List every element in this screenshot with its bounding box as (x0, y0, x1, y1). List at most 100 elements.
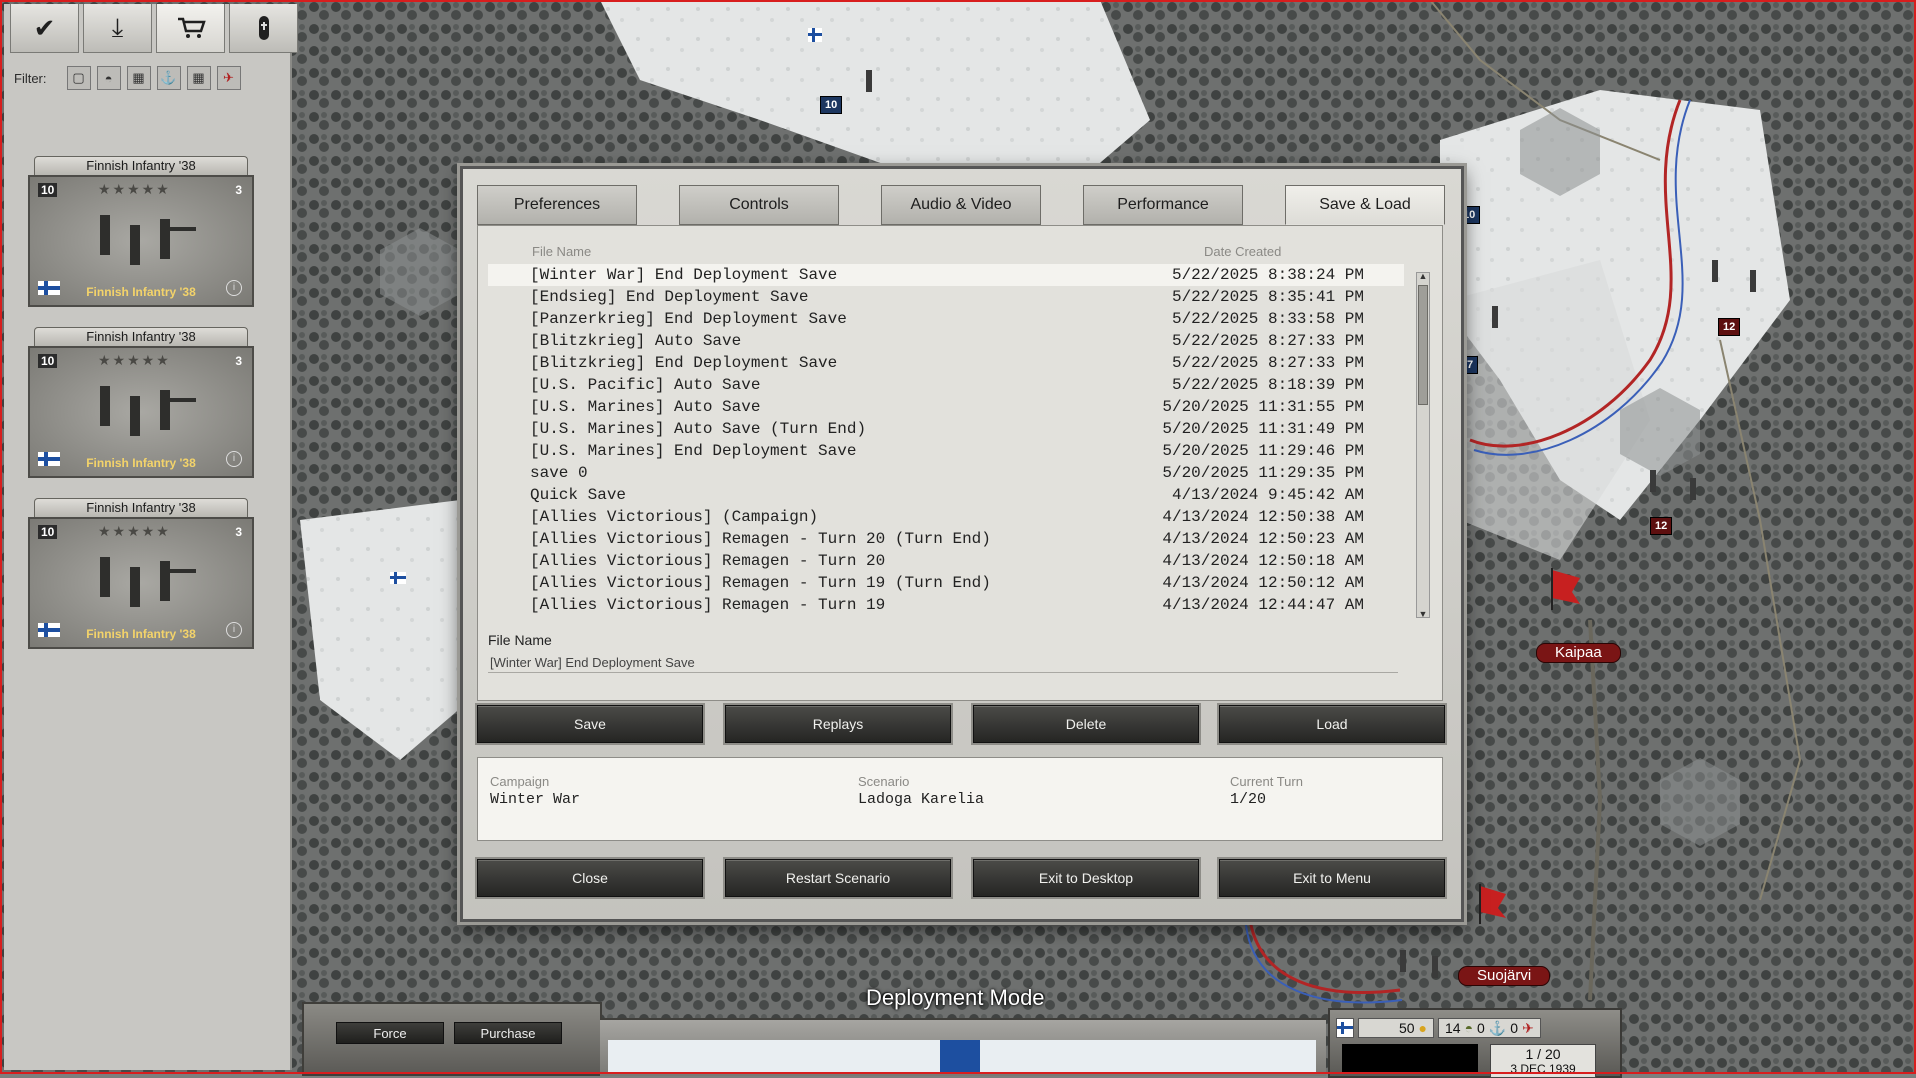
experience-stars: ★★★★★ (98, 352, 171, 368)
save-file-row[interactable]: [Endsieg] End Deployment Save 5/22/2025 8… (488, 286, 1404, 308)
all-units-icon[interactable]: ▢ (66, 66, 91, 90)
tab-save-load[interactable]: Save & Load (1285, 185, 1445, 225)
scroll-up-icon[interactable]: ▲ (1417, 271, 1429, 281)
save-file-date: 4/13/2024 9:45:42 AM (1171, 486, 1364, 504)
minimap[interactable] (1342, 1044, 1478, 1074)
infantry-slot-icon: ◓ (1464, 1020, 1474, 1036)
file-list-scrollbar[interactable]: ▲ ▼ (1416, 271, 1430, 619)
artillery-icon[interactable]: ▦ (186, 66, 211, 90)
save-file-row[interactable]: [Allies Victorious] Remagen - Turn 19 4/1… (488, 594, 1404, 616)
map-label-kaipaa[interactable]: Kaipaa (1536, 643, 1621, 663)
scroll-down-icon[interactable]: ▼ (1417, 609, 1429, 619)
infantry-icon[interactable]: ◓ (96, 66, 121, 90)
scenario-value: Ladoga Karelia (858, 791, 985, 808)
exit-to-menu-button[interactable]: Exit to Menu (1219, 859, 1445, 897)
save-file-row[interactable]: [Allies Victorious] (Campaign) 4/13/2024 … (488, 506, 1404, 528)
save-file-row[interactable]: [Blitzkrieg] End Deployment Save 5/22/202… (488, 352, 1404, 374)
save-file-row[interactable]: [Winter War] End Deployment Save 5/22/202… (488, 264, 1404, 286)
info-icon[interactable]: i (226, 451, 242, 467)
unit-strength-badge[interactable]: 12 (1650, 517, 1673, 535)
unit-strength-badge[interactable]: 12 (1718, 318, 1741, 336)
save-file-name: [Allies Victorious] Remagen - Turn 19 (T… (530, 574, 991, 592)
exit-to-desktop-button[interactable]: Exit to Desktop (973, 859, 1199, 897)
map-label-suojarvi[interactable]: Suojärvi (1458, 966, 1551, 986)
purchase-button[interactable]: Purchase (454, 1022, 562, 1044)
ammo-count: 3 (235, 183, 242, 197)
turn-counter: 1 / 20 (1525, 1046, 1561, 1062)
save-file-row[interactable]: [U.S. Pacific] Auto Save 5/22/2025 8:18:3… (488, 374, 1404, 396)
save-file-row[interactable]: save 0 5/20/2025 11:29:35 PM (488, 462, 1404, 484)
unit-card[interactable]: Finnish Infantry '38 10 ★★★★★ 3 Finnish … (28, 156, 254, 307)
save-file-row[interactable]: [Allies Victorious] Remagen - Turn 20 4/1… (488, 550, 1404, 572)
prestige-icon: ● (1418, 1020, 1427, 1036)
armor-icon[interactable]: ▦ (126, 66, 151, 90)
deployment-mode-label: Deployment Mode (866, 985, 1045, 1010)
save-file-row[interactable]: [U.S. Marines] Auto Save (Turn End) 5/20/… (488, 418, 1404, 440)
check-icon[interactable]: ✔ (10, 4, 79, 53)
save-file-row[interactable]: [Panzerkrieg] End Deployment Save 5/22/20… (488, 308, 1404, 330)
aircraft-icon[interactable]: ✈ (216, 66, 241, 90)
save-file-name: [Allies Victorious] Remagen - Turn 20 (T… (530, 530, 991, 548)
column-header-date-created[interactable]: Date Created (1204, 244, 1281, 259)
game-date: 3 DEC 1939 (1510, 1062, 1576, 1076)
save-file-row[interactable]: [Blitzkrieg] Auto Save 5/22/2025 8:27:33 … (488, 330, 1404, 352)
scroll-thumb[interactable] (1418, 285, 1428, 405)
file-name-input[interactable] (488, 652, 1398, 673)
tab-audio-video[interactable]: Audio & Video (881, 185, 1041, 225)
infantry-figures-icon (100, 215, 196, 265)
restart-scenario-button[interactable]: Restart Scenario (725, 859, 951, 897)
save-file-row[interactable]: [Allies Victorious] Remagen - Turn 20 (T… (488, 528, 1404, 550)
info-icon[interactable]: i (226, 280, 242, 296)
save-file-name: Quick Save (530, 486, 627, 504)
grave-icon[interactable] (229, 4, 298, 53)
resource-counter: 14 ◓ 0 ⚓ 0 ✈ (1438, 1018, 1541, 1038)
unit-strength-badge[interactable]: 7 (1462, 356, 1479, 374)
save-file-row[interactable]: [Allies Victorious] Remagen - Turn 19 (T… (488, 572, 1404, 594)
delete-button[interactable]: Delete (973, 705, 1199, 743)
unit-card-body: 10 ★★★★★ 3 Finnish Infantry '38 i (28, 175, 254, 307)
save-file-row[interactable]: [U.S. Marines] End Deployment Save 5/20/2… (488, 440, 1404, 462)
info-icon[interactable]: i (226, 622, 242, 638)
save-file-name: [Endsieg] End Deployment Save (530, 288, 809, 306)
save-button[interactable]: Save (477, 705, 703, 743)
tab-performance[interactable]: Performance (1083, 185, 1243, 225)
force-button[interactable]: Force (336, 1022, 444, 1044)
replays-button[interactable]: Replays (725, 705, 951, 743)
save-file-date: 4/13/2024 12:50:12 AM (1162, 574, 1364, 592)
download-icon[interactable]: ⤓ (83, 4, 152, 53)
column-header-file-name[interactable]: File Name (532, 244, 591, 259)
unit-strength-badge[interactable]: 10 (820, 96, 843, 114)
tab-controls[interactable]: Controls (679, 185, 839, 225)
aircraft-icon: ✈ (1522, 1019, 1534, 1036)
save-file-date: 5/20/2025 11:31:55 PM (1162, 398, 1364, 416)
load-button[interactable]: Load (1219, 705, 1445, 743)
scenario-label: Scenario (858, 774, 910, 789)
save-file-list: [Winter War] End Deployment Save 5/22/202… (488, 264, 1404, 616)
unit-card[interactable]: Finnish Infantry '38 10 ★★★★★ 3 Finnish … (28, 498, 254, 649)
unit-panel: ✔ ⤓ Filter: ▢ ◓ ▦ ⚓ ▦ ✈ Finnish Infantry… (4, 4, 298, 1070)
unit-card-body: 10 ★★★★★ 3 Finnish Infantry '38 i (28, 517, 254, 649)
ammo-count: 3 (235, 525, 242, 539)
save-file-date: 5/20/2025 11:29:35 PM (1162, 464, 1364, 482)
save-file-name: [Allies Victorious] Remagen - Turn 19 (530, 596, 886, 614)
save-file-name: [Panzerkrieg] End Deployment Save (530, 310, 847, 328)
unit-name: Finnish Infantry '38 (86, 627, 196, 641)
tab-preferences[interactable]: Preferences (477, 185, 637, 225)
save-file-row[interactable]: Quick Save 4/13/2024 9:45:42 AM (488, 484, 1404, 506)
save-file-row[interactable]: [U.S. Marines] Auto Save 5/20/2025 11:31:… (488, 396, 1404, 418)
prestige-value: 50 (1398, 1020, 1415, 1036)
deployment-strip (600, 1018, 1326, 1076)
unit-name: Finnish Infantry '38 (86, 456, 196, 470)
save-file-date: 5/22/2025 8:18:39 PM (1171, 376, 1364, 394)
cart-icon[interactable] (156, 4, 225, 53)
infantry-figures-icon (100, 557, 196, 607)
save-file-date: 5/22/2025 8:27:33 PM (1171, 354, 1364, 372)
prestige-counter: 50 ● (1358, 1018, 1434, 1038)
save-file-name: [Winter War] End Deployment Save (530, 266, 838, 284)
unit-card[interactable]: Finnish Infantry '38 10 ★★★★★ 3 Finnish … (28, 327, 254, 478)
save-file-name: [U.S. Marines] End Deployment Save (530, 442, 857, 460)
close-button[interactable]: Close (477, 859, 703, 897)
save-file-date: 5/22/2025 8:27:33 PM (1171, 332, 1364, 350)
naval-icon[interactable]: ⚓ (156, 66, 181, 90)
air-slots-value: 0 (1510, 1020, 1519, 1036)
